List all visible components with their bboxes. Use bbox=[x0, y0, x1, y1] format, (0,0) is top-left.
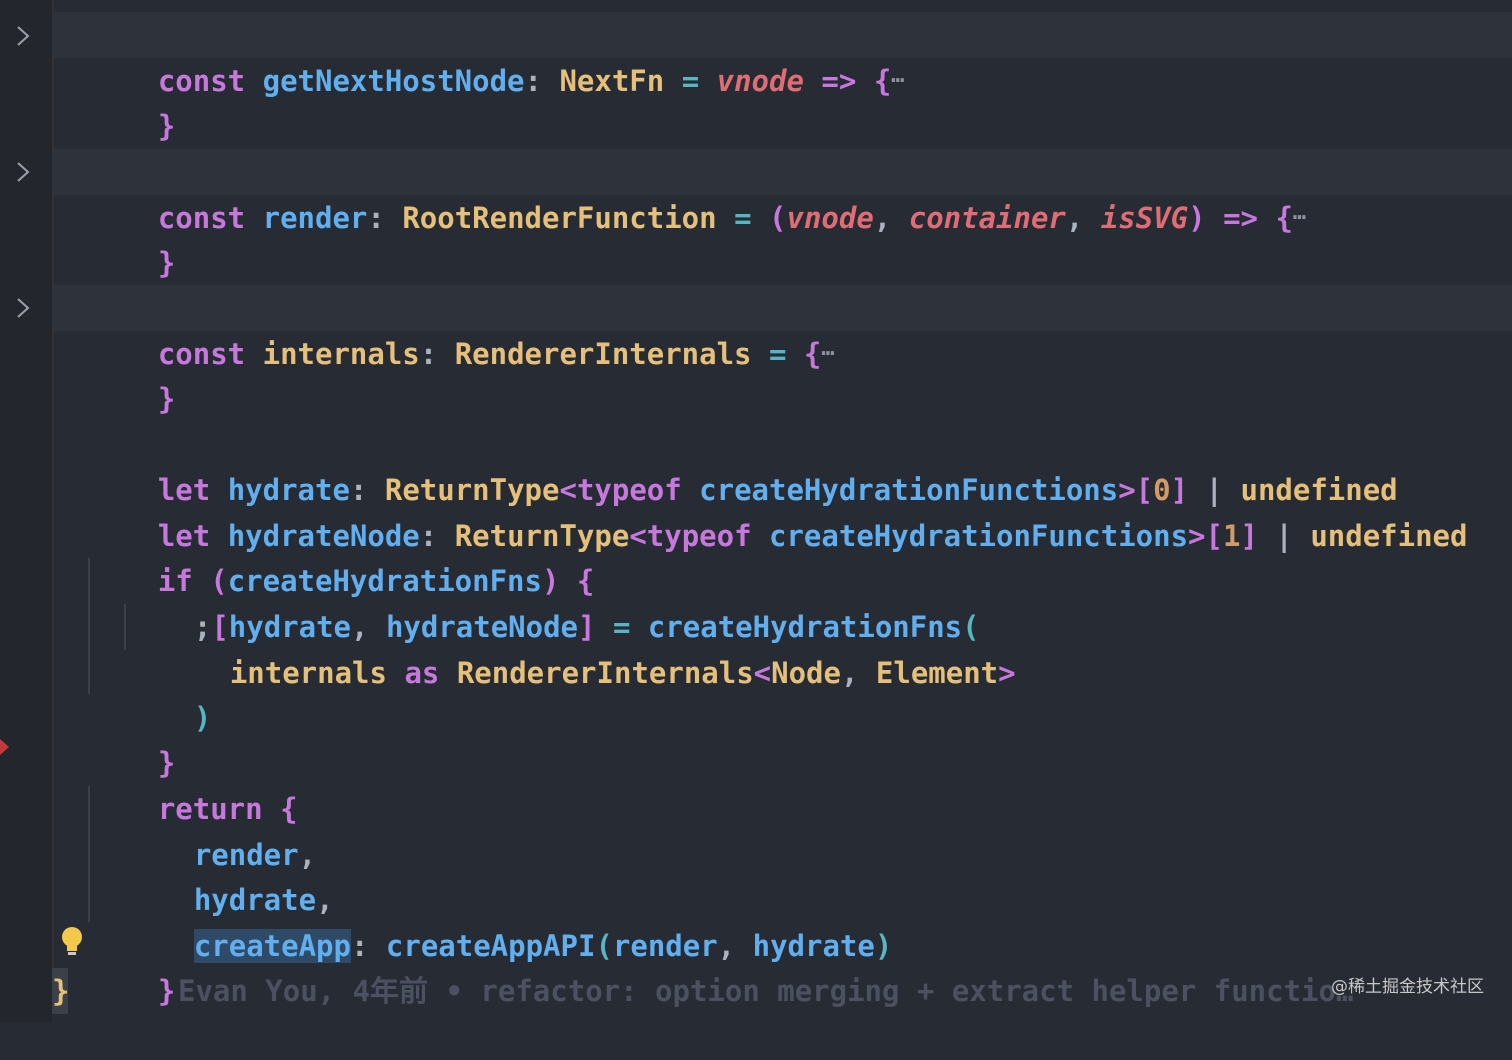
brace: } bbox=[157, 382, 176, 416]
code-line: const render: RootRenderFunction = (vnod… bbox=[52, 149, 1512, 235]
code-line: let hydrate: ReturnType<typeof createHyd… bbox=[88, 421, 1512, 507]
gutter-divider bbox=[52, 0, 54, 968]
code-line: render, bbox=[124, 786, 1512, 872]
code-line: const getNextHostNode: NextFn = vnode =>… bbox=[52, 12, 1512, 98]
git-blame-annotation[interactable]: Evan You, 4年前 • refactor: option merging… bbox=[178, 968, 1353, 1014]
lightbulb-icon[interactable] bbox=[60, 925, 84, 959]
brace: } bbox=[157, 109, 176, 143]
code-line: } bbox=[88, 330, 1512, 416]
code-line: internals as RendererInternals<Node, Ele… bbox=[160, 604, 1512, 690]
code-line: } bbox=[88, 194, 1512, 280]
code-line: ;[hydrate, hydrateNode] = createHydratio… bbox=[124, 558, 1512, 644]
fold-chevron-right-icon[interactable] bbox=[12, 160, 34, 182]
brace: } bbox=[157, 246, 176, 280]
closing-brace: } bbox=[52, 968, 69, 1014]
brace: } bbox=[157, 974, 176, 1008]
code-line: const internals: RendererInternals = {⋯ bbox=[52, 285, 1512, 371]
breakpoint-marker-icon[interactable] bbox=[0, 730, 10, 755]
code-line: return { bbox=[88, 740, 1512, 826]
code-line: } bbox=[88, 57, 1512, 143]
code-line: createApp: createAppAPI(render, hydrate) bbox=[124, 877, 1512, 963]
code-line: ) bbox=[124, 649, 1512, 735]
watermark: @稀土掘金技术社区 bbox=[1331, 977, 1484, 997]
fold-chevron-right-icon[interactable] bbox=[12, 24, 34, 46]
code-line: if (createHydrationFns) { bbox=[88, 512, 1512, 598]
editor-gutter bbox=[0, 0, 52, 1022]
fold-chevron-right-icon[interactable] bbox=[12, 296, 34, 318]
code-line: } bbox=[88, 922, 1512, 1008]
code-line: } bbox=[88, 694, 1512, 780]
code-line: hydrate, bbox=[124, 831, 1512, 917]
code-line: let hydrateNode: ReturnType<typeof creat… bbox=[88, 467, 1512, 553]
